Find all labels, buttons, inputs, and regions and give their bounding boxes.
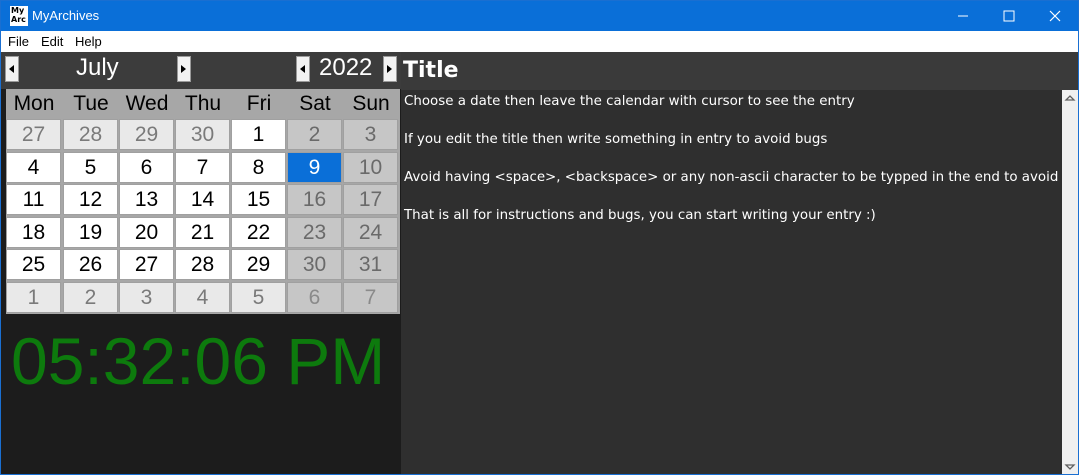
calendar-day[interactable]: 24 xyxy=(343,217,398,248)
calendar-day[interactable]: 12 xyxy=(63,184,118,215)
calendar-day[interactable]: 23 xyxy=(287,217,342,248)
calendar-day[interactable]: 13 xyxy=(119,184,174,215)
close-button[interactable] xyxy=(1032,1,1078,31)
calendar-day[interactable]: 29 xyxy=(119,119,174,150)
calendar-day[interactable]: 21 xyxy=(175,217,230,248)
minimize-button[interactable] xyxy=(940,1,986,31)
weekday-header: Thu xyxy=(184,92,222,115)
minimize-icon xyxy=(958,15,968,17)
weekday-header: Fri xyxy=(246,92,272,115)
maximize-button[interactable] xyxy=(986,1,1032,31)
calendar-day[interactable]: 6 xyxy=(287,282,342,313)
calendar-day[interactable]: 10 xyxy=(343,152,398,183)
calendar-day[interactable]: 15 xyxy=(231,184,286,215)
close-icon xyxy=(1049,10,1061,22)
calendar-day[interactable]: 22 xyxy=(231,217,286,248)
prev-month-button[interactable] xyxy=(5,56,19,82)
calendar-day[interactable]: 6 xyxy=(119,152,174,183)
weekday-header: Sat xyxy=(299,92,331,115)
calendar-day[interactable]: 20 xyxy=(119,217,174,248)
calendar-day[interactable]: 4 xyxy=(6,152,61,183)
calendar-day[interactable]: 30 xyxy=(175,119,230,150)
year-label: 2022 xyxy=(319,54,373,81)
calendar-day[interactable]: 5 xyxy=(63,152,118,183)
menu-bar: File Edit Help xyxy=(1,31,1078,53)
prev-year-button[interactable] xyxy=(296,56,310,82)
calendar-day[interactable]: 5 xyxy=(231,282,286,313)
entry-textarea[interactable]: Choose a date then leave the calendar wi… xyxy=(401,90,1078,474)
next-year-button[interactable] xyxy=(383,56,397,82)
digital-clock: 05:32:06 PM xyxy=(11,324,386,398)
entry-panel: Title Choose a date then leave the calen… xyxy=(401,52,1078,475)
app-window: My Arc MyArchives File Edit Help July 20… xyxy=(0,0,1079,475)
calendar-day[interactable]: 29 xyxy=(231,249,286,280)
calendar-day[interactable]: 3 xyxy=(119,282,174,313)
calendar-day[interactable]: 28 xyxy=(63,119,118,150)
calendar-day[interactable]: 25 xyxy=(6,249,61,280)
calendar-grid: Mon Tue Wed Thu Fri Sat Sun 27 28 29 30 1 2 3 4 5 6 7 8 9 10… xyxy=(6,89,400,314)
menu-edit[interactable]: Edit xyxy=(41,34,63,49)
calendar-day[interactable]: 2 xyxy=(287,119,342,150)
title-bar[interactable]: My Arc MyArchives xyxy=(1,1,1078,31)
calendar-day[interactable]: 7 xyxy=(343,282,398,313)
calendar-day[interactable]: 30 xyxy=(287,249,342,280)
app-icon: My Arc xyxy=(10,6,28,26)
weekday-header: Sun xyxy=(352,92,390,115)
menu-file[interactable]: File xyxy=(8,34,29,49)
calendar-day-selected[interactable]: 9 xyxy=(287,152,342,183)
entry-title[interactable]: Title xyxy=(403,58,459,83)
maximize-icon xyxy=(1003,10,1015,22)
menu-help[interactable]: Help xyxy=(75,34,102,49)
chevron-right-icon xyxy=(387,65,392,73)
calendar-day[interactable]: 1 xyxy=(6,282,61,313)
calendar-day[interactable]: 16 xyxy=(287,184,342,215)
chevron-right-icon xyxy=(181,65,186,73)
calendar-day[interactable]: 17 xyxy=(343,184,398,215)
scroll-up-icon[interactable] xyxy=(1062,90,1078,106)
calendar-day[interactable]: 28 xyxy=(175,249,230,280)
calendar-day[interactable]: 19 xyxy=(63,217,118,248)
calendar-nav: July 2022 xyxy=(1,52,401,89)
entry-line-1: Choose a date then leave the calendar wi… xyxy=(404,94,855,109)
weekday-header: Tue xyxy=(73,92,109,115)
entry-scrollbar[interactable] xyxy=(1062,90,1078,475)
calendar-day[interactable]: 27 xyxy=(119,249,174,280)
chevron-left-icon xyxy=(9,65,14,73)
left-panel: July 2022 Mon Tue Wed Thu Fri Sat Sun 27 28 29 30 1… xyxy=(1,52,401,474)
month-label: July xyxy=(76,54,119,81)
window-title: MyArchives xyxy=(32,8,100,23)
calendar-day[interactable]: 14 xyxy=(175,184,230,215)
entry-line-4: That is all for instructions and bugs, y… xyxy=(404,208,876,223)
entry-line-3: Avoid having <space>, <backspace> or any… xyxy=(404,170,1079,185)
app-icon-text-bottom: Arc xyxy=(11,15,26,24)
calendar-day[interactable]: 26 xyxy=(63,249,118,280)
weekday-header: Mon xyxy=(13,92,55,115)
calendar-day[interactable]: 8 xyxy=(231,152,286,183)
calendar-day[interactable]: 4 xyxy=(175,282,230,313)
scroll-down-icon[interactable] xyxy=(1062,459,1078,475)
calendar-day[interactable]: 11 xyxy=(6,184,61,215)
chevron-left-icon xyxy=(300,65,305,73)
calendar-day[interactable]: 27 xyxy=(6,119,61,150)
calendar-day[interactable]: 31 xyxy=(343,249,398,280)
calendar-day[interactable]: 2 xyxy=(63,282,118,313)
app-icon-text-top: My xyxy=(11,6,25,15)
next-month-button[interactable] xyxy=(177,56,191,82)
weekday-header: Wed xyxy=(125,92,169,115)
calendar-day[interactable]: 7 xyxy=(175,152,230,183)
calendar-day[interactable]: 3 xyxy=(343,119,398,150)
entry-line-2: If you edit the title then write somethi… xyxy=(404,132,828,147)
calendar-day[interactable]: 18 xyxy=(6,217,61,248)
calendar-day[interactable]: 1 xyxy=(231,119,286,150)
